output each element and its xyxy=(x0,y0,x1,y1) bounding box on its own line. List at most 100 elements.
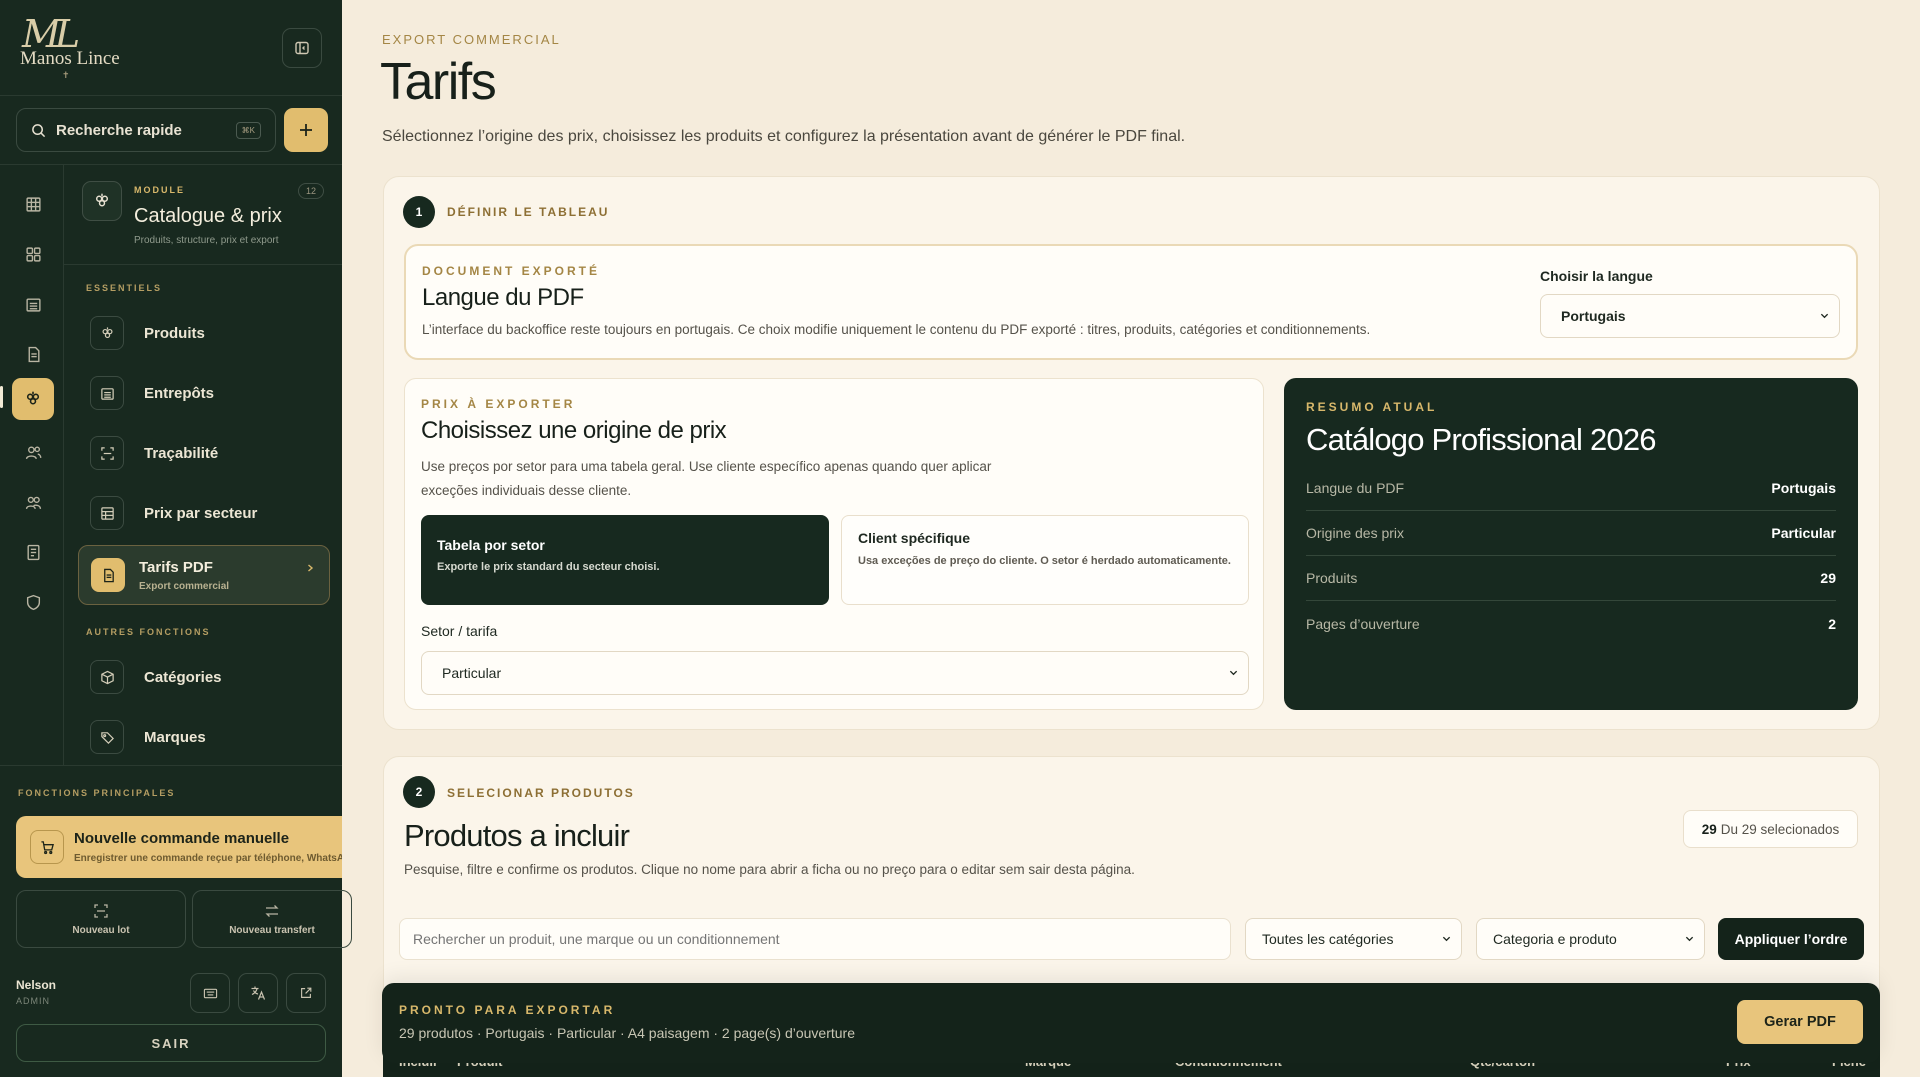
option-subtitle: Exporte le prix standard du secteur choi… xyxy=(437,561,660,573)
lang-kicker: DOCUMENT EXPORTÉ xyxy=(422,264,601,278)
warehouse-icon xyxy=(25,297,41,312)
logout-button[interactable]: SAIR xyxy=(16,1024,326,1062)
summary-row: Langue du PDF Portugais xyxy=(1306,466,1836,511)
order-select[interactable]: Categoria e produto xyxy=(1476,918,1705,960)
category-select-value: Toutes les catégories xyxy=(1262,931,1394,947)
option-title: Tabela por setor xyxy=(437,537,545,553)
module-card: MODULE 12 Catalogue & prix Produits, str… xyxy=(64,165,342,265)
new-transfer-button[interactable]: Nouveau transfert xyxy=(192,890,352,948)
summary-row: Pages d’ouverture 2 xyxy=(1306,601,1836,646)
selected-count-badge: 29 Du 29 selecionados xyxy=(1683,810,1858,848)
rail-warehouse-item[interactable] xyxy=(12,283,54,325)
collapse-sidebar-button[interactable] xyxy=(282,28,322,68)
quick-search-label: Recherche rapide xyxy=(56,121,182,139)
selected-count: 29 xyxy=(1701,821,1717,837)
rail-clients-item[interactable] xyxy=(12,431,54,473)
page-title: Tarifs xyxy=(380,53,497,111)
apply-order-button[interactable]: Appliquer l’ordre xyxy=(1718,918,1864,960)
box-icon xyxy=(90,660,124,694)
transfer-icon xyxy=(265,904,279,917)
step-2-label: SELECIONAR PRODUTOS xyxy=(447,786,635,800)
page-description: Sélectionnez l’origine des prix, choisis… xyxy=(382,128,1186,145)
page-kicker: EXPORT COMMERCIAL xyxy=(382,32,561,47)
price-description: Use preços por setor para uma tabela ger… xyxy=(421,459,992,498)
option-sector-table[interactable]: Tabela por setor Exporte le prix standar… xyxy=(421,515,829,605)
step-1-label: DÉFINIR LE TABLEAU xyxy=(447,205,610,219)
language-select-label: Choisir la langue xyxy=(1540,268,1653,284)
rail-grid-item[interactable] xyxy=(12,183,54,225)
pdf-language-panel: DOCUMENT EXPORTÉ Langue du PDF L’interfa… xyxy=(404,244,1858,360)
summary-value: 2 xyxy=(1828,615,1836,632)
sidebar-item-tracabilite[interactable]: Traçabilité xyxy=(78,427,330,479)
external-link-icon xyxy=(301,987,312,998)
module-title: Catalogue & prix xyxy=(134,205,282,227)
essentials-label: ESSENTIELS xyxy=(86,283,163,293)
others-label: AUTRES FONCTIONS xyxy=(86,627,211,637)
scan-icon xyxy=(90,436,124,470)
module-icon xyxy=(82,181,122,221)
rail-team-item[interactable] xyxy=(12,481,54,523)
team-icon xyxy=(25,496,41,509)
new-lot-button[interactable]: Nouveau lot xyxy=(16,890,186,948)
grape-icon xyxy=(95,193,109,207)
brand-name: Manos Lince xyxy=(20,48,120,69)
user-role: ADMIN xyxy=(16,996,50,1006)
module-kicker: MODULE xyxy=(134,185,185,195)
price-origin-panel: PRIX À EXPORTER Choisissez une origine d… xyxy=(404,378,1264,710)
summary-row: Produits 29 xyxy=(1306,556,1836,601)
cart-icon xyxy=(30,830,64,864)
summary-value: Portugais xyxy=(1771,480,1836,496)
summary-row: Origine des prix Particular xyxy=(1306,511,1836,556)
sidebar-item-categories[interactable]: Catégories xyxy=(78,651,330,703)
module-count-badge: 12 xyxy=(298,183,325,199)
cta-subtitle: Enregistrer une commande reçue par télép… xyxy=(74,853,342,864)
chevron-down-icon xyxy=(1442,936,1451,942)
current-summary-panel: RESUMO ATUAL Catálogo Profissional 2026 … xyxy=(1284,378,1858,710)
sidebar-item-label: Prix par secteur xyxy=(144,504,258,522)
language-button[interactable] xyxy=(238,973,278,1013)
summary-value: 29 xyxy=(1820,570,1836,586)
rail-document-item[interactable] xyxy=(12,333,54,375)
external-link-button[interactable] xyxy=(286,973,326,1013)
sidebar-item-label: Marques xyxy=(144,728,206,746)
sector-select-value: Particular xyxy=(442,665,502,681)
generate-pdf-button[interactable]: Gerar PDF xyxy=(1737,1000,1863,1044)
sidebar-item-marques[interactable]: Marques xyxy=(78,711,330,763)
summary-key: Pages d’ouverture xyxy=(1306,615,1420,632)
products-title: Produtos a incluir xyxy=(404,818,630,853)
brand-mark: ✝ xyxy=(62,70,70,80)
price-kicker: PRIX À EXPORTER xyxy=(421,397,576,411)
dashboard-icon xyxy=(25,246,41,262)
category-select[interactable]: Toutes les catégories xyxy=(1245,918,1462,960)
rail-security-item[interactable] xyxy=(12,581,54,623)
keyboard-button[interactable] xyxy=(190,973,230,1013)
rail-invoice-item[interactable] xyxy=(12,531,54,573)
quick-search[interactable]: Recherche rapide ⌘K xyxy=(16,108,276,152)
sidebar-item-label: Tarifs PDF xyxy=(139,558,213,576)
lang-description: L’interface du backoffice reste toujours… xyxy=(422,322,1371,337)
sidebar-item-tarifs-pdf[interactable]: Tarifs PDF Export commercial xyxy=(78,545,330,605)
grape-icon xyxy=(26,391,40,405)
add-button[interactable] xyxy=(284,108,328,152)
brand-logo[interactable]: ML Manos Lince ✝ xyxy=(18,12,120,80)
language-select-value: Portugais xyxy=(1561,308,1626,324)
plus-icon xyxy=(300,124,312,136)
product-search-input[interactable] xyxy=(399,918,1231,960)
option-specific-client[interactable]: Client spécifique Usa exceções de preço … xyxy=(841,515,1249,605)
new-manual-order-button[interactable]: Nouvelle commande manuelle Enregistrer u… xyxy=(16,816,342,878)
sidebar-item-prix-par-secteur[interactable]: Prix par secteur xyxy=(78,487,330,539)
chevron-down-icon xyxy=(1229,670,1238,676)
new-transfer-label: Nouveau transfert xyxy=(229,924,315,936)
scan-icon xyxy=(94,903,108,918)
sidebar-item-produits[interactable]: Produits xyxy=(78,307,330,359)
sidebar-item-label: Produits xyxy=(144,324,205,342)
sector-select[interactable]: Particular xyxy=(421,651,1249,695)
language-select[interactable]: Portugais xyxy=(1540,294,1840,338)
rail-catalog-item[interactable] xyxy=(12,378,54,420)
shortcut-badge: ⌘K xyxy=(235,121,261,139)
sidebar-item-entrepots[interactable]: Entrepôts xyxy=(78,367,330,419)
cta-title: Nouvelle commande manuelle xyxy=(74,830,290,847)
grape-icon xyxy=(90,316,124,350)
document-icon xyxy=(91,558,125,592)
rail-dashboard-item[interactable] xyxy=(12,233,54,275)
